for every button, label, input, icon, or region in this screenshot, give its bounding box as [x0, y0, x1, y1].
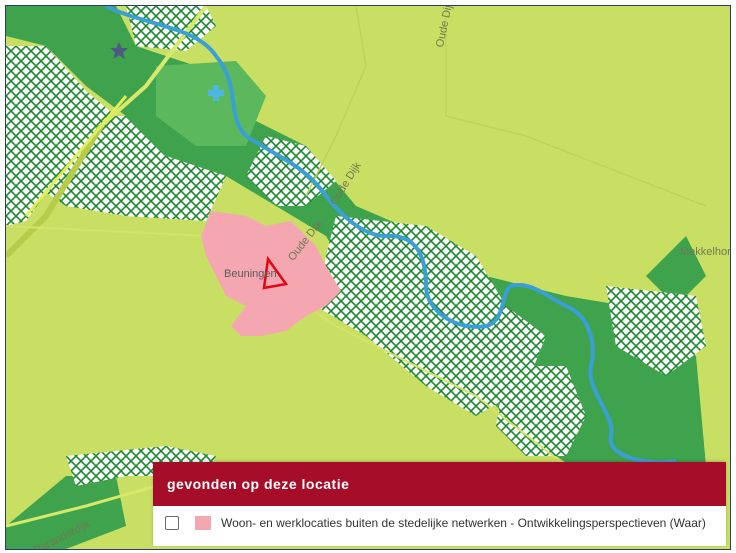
- place-label-mekkelhorst: Mekkelhors: [680, 246, 731, 258]
- legend-swatch: [195, 516, 211, 530]
- panel-title: gevonden op deze locatie: [153, 462, 726, 506]
- results-panel: gevonden op deze locatie Woon- en werklo…: [153, 462, 726, 546]
- town-label-beuningen: Beuningen: [224, 268, 277, 280]
- legend-checkbox[interactable]: [165, 516, 179, 530]
- legend-item[interactable]: Woon- en werklocaties buiten de stedelij…: [153, 506, 726, 540]
- legend-label: Woon- en werklocaties buiten de stedelij…: [221, 516, 706, 530]
